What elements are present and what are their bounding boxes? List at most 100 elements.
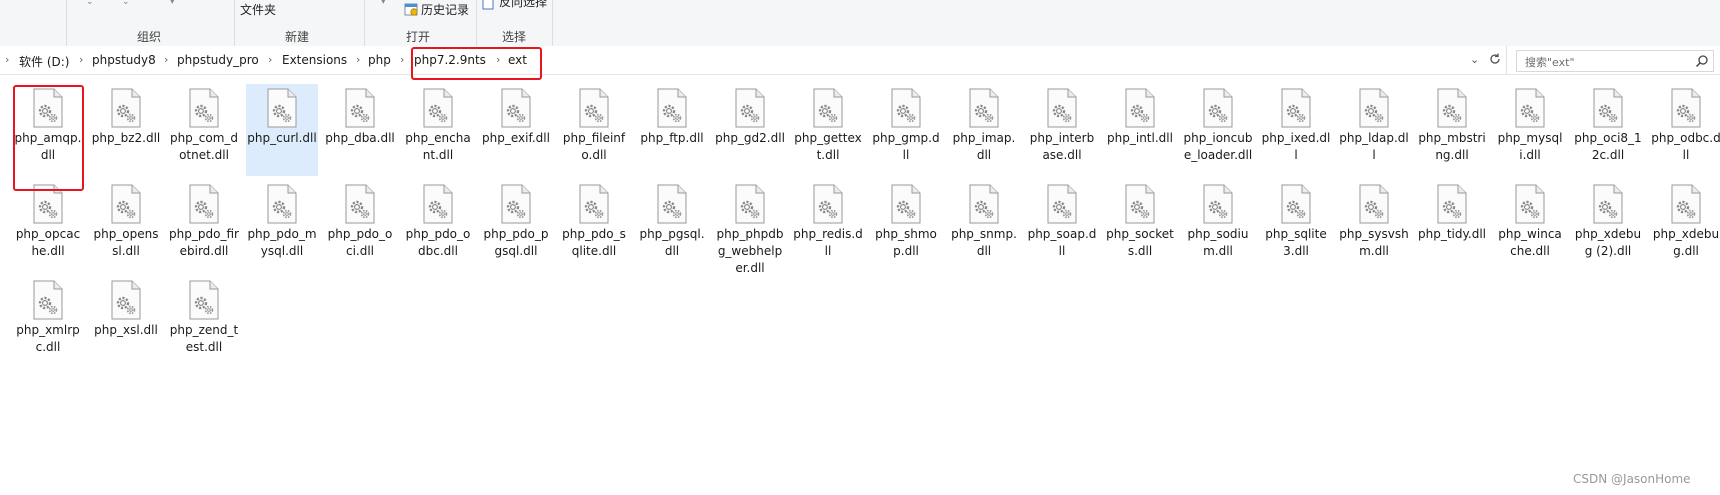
breadcrumb-phpstudy8[interactable]: phpstudy8 [92, 53, 156, 67]
file-item[interactable]: php_odbc.dll [1650, 84, 1720, 164]
file-item[interactable]: php_pdo_mysql.dll [246, 180, 318, 260]
dll-file-icon [168, 280, 240, 320]
file-item[interactable]: php_xmlrpc.dll [12, 276, 84, 356]
file-name: php_xdebug.dll [1652, 227, 1720, 258]
file-item[interactable]: php_pdo_oci.dll [324, 180, 396, 260]
chevron-right-icon[interactable]: › [400, 53, 404, 66]
file-item[interactable]: php_sockets.dll [1104, 180, 1176, 260]
path-highlight-box [411, 47, 542, 80]
file-item[interactable]: php_pdo_odbc.dll [402, 180, 474, 260]
file-name: php_exif.dll [482, 131, 550, 145]
file-item[interactable]: php_interbase.dll [1026, 84, 1098, 164]
dll-file-icon [480, 88, 552, 128]
file-name: php_ixed.dll [1261, 131, 1331, 162]
ribbon-group-new-label: 新建 [285, 30, 310, 44]
history-icon [404, 1, 418, 20]
file-item[interactable]: php_snmp.dll [948, 180, 1020, 260]
file-item[interactable]: php_bz2.dll [90, 84, 162, 147]
file-item[interactable]: php_gmp.dll [870, 84, 942, 164]
file-item[interactable]: php_dba.dll [324, 84, 396, 147]
breadcrumb-php[interactable]: php [368, 53, 391, 67]
file-item[interactable]: php_mbstring.dll [1416, 84, 1488, 164]
file-name: php_pdo_oci.dll [327, 227, 393, 258]
file-item[interactable]: php_openssl.dll [90, 180, 162, 260]
dll-file-icon [1494, 88, 1566, 128]
file-item[interactable]: php_mysqli.dll [1494, 84, 1566, 164]
file-name: php_opcache.dll [15, 227, 81, 258]
file-name: php_snmp.dll [951, 227, 1017, 258]
file-item[interactable]: php_shmop.dll [870, 180, 942, 260]
file-item[interactable]: php_pgsql.dll [636, 180, 708, 260]
chevron-right-icon[interactable]: › [79, 53, 83, 66]
refresh-icon[interactable] [1488, 51, 1502, 70]
dll-file-icon [792, 88, 864, 128]
file-item[interactable]: php_ixed.dll [1260, 84, 1332, 164]
file-name: php_phpdbg_webhelper.dll [716, 227, 784, 275]
file-item[interactable]: php_soap.dll [1026, 180, 1098, 260]
dropdown-arrow-icon[interactable]: ▾ [170, 0, 175, 7]
address-bar[interactable]: › 软件 (D:) › phpstudy8 › phpstudy_pro › E… [0, 46, 1720, 75]
dll-file-icon [1182, 184, 1254, 224]
file-item[interactable]: php_pdo_firebird.dll [168, 180, 240, 260]
file-item[interactable]: php_xdebug.dll [1650, 180, 1720, 260]
file-name: php_oci8_12c.dll [1574, 131, 1642, 162]
invert-selection-button[interactable]: 反向选择 [499, 0, 547, 10]
breadcrumb-drive[interactable]: 软件 (D:) [19, 53, 69, 70]
file-name: php_pdo_firebird.dll [169, 227, 239, 258]
chevron-right-icon[interactable]: › [164, 53, 168, 66]
file-name: php_shmop.dll [875, 227, 937, 258]
file-name: php_tidy.dll [1418, 227, 1486, 241]
file-item[interactable]: php_wincache.dll [1494, 180, 1566, 260]
chevron-right-icon[interactable]: › [356, 53, 360, 66]
file-item[interactable]: php_pdo_pgsql.dll [480, 180, 552, 260]
dropdown-arrow-icon[interactable]: ▾ [381, 0, 386, 7]
breadcrumb-extensions[interactable]: Extensions [282, 53, 347, 67]
file-item[interactable]: php_sysvshm.dll [1338, 180, 1410, 260]
file-item[interactable]: php_gettext.dll [792, 84, 864, 164]
dll-file-icon [90, 184, 162, 224]
file-item[interactable]: php_ioncube_loader.dll [1182, 84, 1254, 164]
file-item[interactable]: php_gd2.dll [714, 84, 786, 147]
file-name: php_fileinfo.dll [562, 131, 626, 162]
chevron-right-icon[interactable]: › [268, 53, 272, 66]
dll-file-icon [1572, 88, 1644, 128]
dll-file-icon [402, 184, 474, 224]
file-item[interactable]: php_zend_test.dll [168, 276, 240, 356]
file-item[interactable]: php_xdebug (2).dll [1572, 180, 1644, 260]
search-input[interactable]: 搜索"ext" [1516, 50, 1714, 72]
address-dropdown-icon[interactable]: ⌄ [1470, 53, 1479, 66]
file-name: php_wincache.dll [1498, 227, 1562, 258]
search-icon[interactable] [1695, 53, 1709, 72]
file-item[interactable]: php_oci8_12c.dll [1572, 84, 1644, 164]
file-name: php_gd2.dll [715, 131, 785, 145]
file-item[interactable]: php_pdo_sqlite.dll [558, 180, 630, 260]
file-item[interactable]: php_imap.dll [948, 84, 1020, 164]
dll-file-icon [1260, 184, 1332, 224]
dll-file-icon [402, 88, 474, 128]
file-item[interactable]: php_fileinfo.dll [558, 84, 630, 164]
chevron-down-icon[interactable]: ⌄ [122, 0, 130, 7]
breadcrumb-phpstudy-pro[interactable]: phpstudy_pro [177, 53, 259, 67]
file-item[interactable]: php_intl.dll [1104, 84, 1176, 147]
file-name: php_curl.dll [247, 131, 317, 145]
file-item[interactable]: php_exif.dll [480, 84, 552, 147]
file-item[interactable]: php_tidy.dll [1416, 180, 1488, 243]
file-item[interactable]: php_ftp.dll [636, 84, 708, 147]
file-item[interactable]: php_sodium.dll [1182, 180, 1254, 260]
file-item[interactable]: php_phpdbg_webhelper.dll [714, 180, 786, 277]
file-item[interactable]: php_com_dotnet.dll [168, 84, 240, 164]
file-item[interactable]: php_sqlite3.dll [1260, 180, 1332, 260]
new-folder-button[interactable]: 文件夹 [240, 1, 276, 18]
file-item[interactable]: php_xsl.dll [90, 276, 162, 339]
file-item[interactable]: php_ldap.dll [1338, 84, 1410, 164]
file-item[interactable]: php_opcache.dll [12, 180, 84, 260]
file-name: php_enchant.dll [405, 131, 471, 162]
file-item[interactable]: php_curl.dll [246, 84, 318, 176]
dll-file-icon [870, 88, 942, 128]
file-item[interactable]: php_enchant.dll [402, 84, 474, 164]
dll-file-icon [168, 184, 240, 224]
history-button[interactable]: 历史记录 [421, 1, 469, 18]
file-name: php_soap.dll [1027, 227, 1097, 258]
file-item[interactable]: php_redis.dll [792, 180, 864, 260]
chevron-down-icon[interactable]: ⌄ [86, 0, 94, 7]
